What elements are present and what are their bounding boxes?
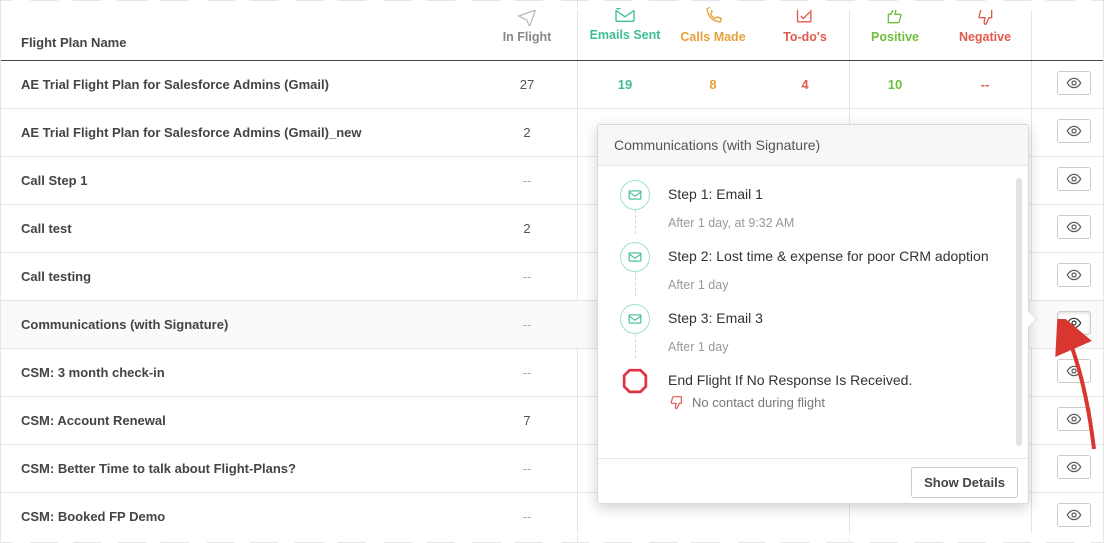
step-title: Step 1: Email 1 bbox=[668, 180, 1012, 202]
show-details-button[interactable]: Show Details bbox=[911, 467, 1018, 498]
eye-icon bbox=[1066, 459, 1082, 475]
preview-button[interactable] bbox=[1057, 215, 1091, 239]
cell-negative: -- bbox=[945, 77, 1025, 92]
stop-icon bbox=[620, 366, 650, 396]
table-row[interactable]: AE Trial Flight Plan for Salesforce Admi… bbox=[1, 61, 1103, 109]
eye-icon bbox=[1066, 411, 1082, 427]
cell-inflight: -- bbox=[487, 317, 567, 332]
preview-button[interactable] bbox=[1057, 263, 1091, 287]
cell-inflight: 27 bbox=[487, 77, 567, 92]
plan-name: CSM: 3 month check-in bbox=[21, 365, 165, 380]
eye-icon bbox=[1066, 507, 1082, 523]
end-title: End Flight If No Response Is Received. bbox=[668, 366, 1012, 388]
flight-step: Step 1: Email 1 After 1 day, at 9:32 AM bbox=[620, 180, 1012, 230]
preview-button[interactable] bbox=[1057, 455, 1091, 479]
plan-name: CSM: Booked FP Demo bbox=[21, 509, 165, 524]
flight-plan-popover: Communications (with Signature) Step 1: … bbox=[597, 124, 1029, 504]
cell-inflight: -- bbox=[487, 461, 567, 476]
eye-icon bbox=[1066, 315, 1082, 331]
col-name: Flight Plan Name bbox=[21, 35, 126, 50]
cell-inflight: -- bbox=[487, 173, 567, 188]
end-sub: No contact during flight bbox=[620, 394, 1012, 410]
cell-calls: 8 bbox=[673, 77, 753, 92]
col-todos: To-do's bbox=[765, 6, 845, 44]
cell-inflight: 2 bbox=[487, 221, 567, 236]
thumb-down-icon bbox=[668, 394, 684, 410]
col-calls: Calls Made bbox=[673, 6, 753, 44]
eye-icon bbox=[1066, 123, 1082, 139]
preview-button[interactable] bbox=[1057, 119, 1091, 143]
mail-icon bbox=[620, 180, 650, 210]
preview-button[interactable] bbox=[1057, 359, 1091, 383]
plan-name: Communications (with Signature) bbox=[21, 317, 228, 332]
plan-name: AE Trial Flight Plan for Salesforce Admi… bbox=[21, 77, 329, 92]
flight-step-end: End Flight If No Response Is Received. bbox=[620, 366, 1012, 388]
col-emails: Emails Sent bbox=[585, 6, 665, 42]
col-inflight: In Flight bbox=[487, 6, 567, 44]
popover-title: Communications (with Signature) bbox=[598, 125, 1028, 166]
cell-inflight: 7 bbox=[487, 413, 567, 428]
mail-icon bbox=[620, 304, 650, 334]
flight-step: Step 2: Lost time & expense for poor CRM… bbox=[620, 242, 1012, 292]
eye-icon bbox=[1066, 219, 1082, 235]
cell-emails: 19 bbox=[585, 77, 665, 92]
preview-button[interactable] bbox=[1057, 71, 1091, 95]
col-positive: Positive bbox=[855, 6, 935, 44]
preview-button[interactable] bbox=[1057, 167, 1091, 191]
preview-button[interactable] bbox=[1057, 407, 1091, 431]
plan-name: Call Step 1 bbox=[21, 173, 87, 188]
step-meta: After 1 day bbox=[668, 340, 1012, 354]
plan-name: CSM: Account Renewal bbox=[21, 413, 166, 428]
eye-icon bbox=[1066, 363, 1082, 379]
eye-icon bbox=[1066, 171, 1082, 187]
eye-icon bbox=[1066, 75, 1082, 91]
step-title: Step 2: Lost time & expense for poor CRM… bbox=[668, 242, 1012, 264]
cell-inflight: -- bbox=[487, 269, 567, 284]
cell-inflight: 2 bbox=[487, 125, 567, 140]
cell-todos: 4 bbox=[765, 77, 845, 92]
scrollbar[interactable] bbox=[1016, 178, 1022, 446]
flight-step: Step 3: Email 3 After 1 day bbox=[620, 304, 1012, 354]
step-title: Step 3: Email 3 bbox=[668, 304, 1012, 326]
step-meta: After 1 day bbox=[668, 278, 1012, 292]
plan-name: AE Trial Flight Plan for Salesforce Admi… bbox=[21, 125, 361, 140]
col-negative: Negative bbox=[945, 6, 1025, 44]
cell-inflight: -- bbox=[487, 365, 567, 380]
cell-positive: 10 bbox=[855, 77, 935, 92]
cell-inflight: -- bbox=[487, 509, 567, 524]
preview-button[interactable] bbox=[1057, 311, 1091, 335]
plan-name: Call test bbox=[21, 221, 72, 236]
preview-button[interactable] bbox=[1057, 503, 1091, 527]
plan-name: Call testing bbox=[21, 269, 91, 284]
eye-icon bbox=[1066, 267, 1082, 283]
table-header: Flight Plan Name In Flight Emails Sent C… bbox=[1, 1, 1103, 61]
step-meta: After 1 day, at 9:32 AM bbox=[668, 216, 1012, 230]
plan-name: CSM: Better Time to talk about Flight-Pl… bbox=[21, 461, 296, 476]
popover-caret bbox=[1028, 311, 1036, 327]
mail-icon bbox=[620, 242, 650, 272]
